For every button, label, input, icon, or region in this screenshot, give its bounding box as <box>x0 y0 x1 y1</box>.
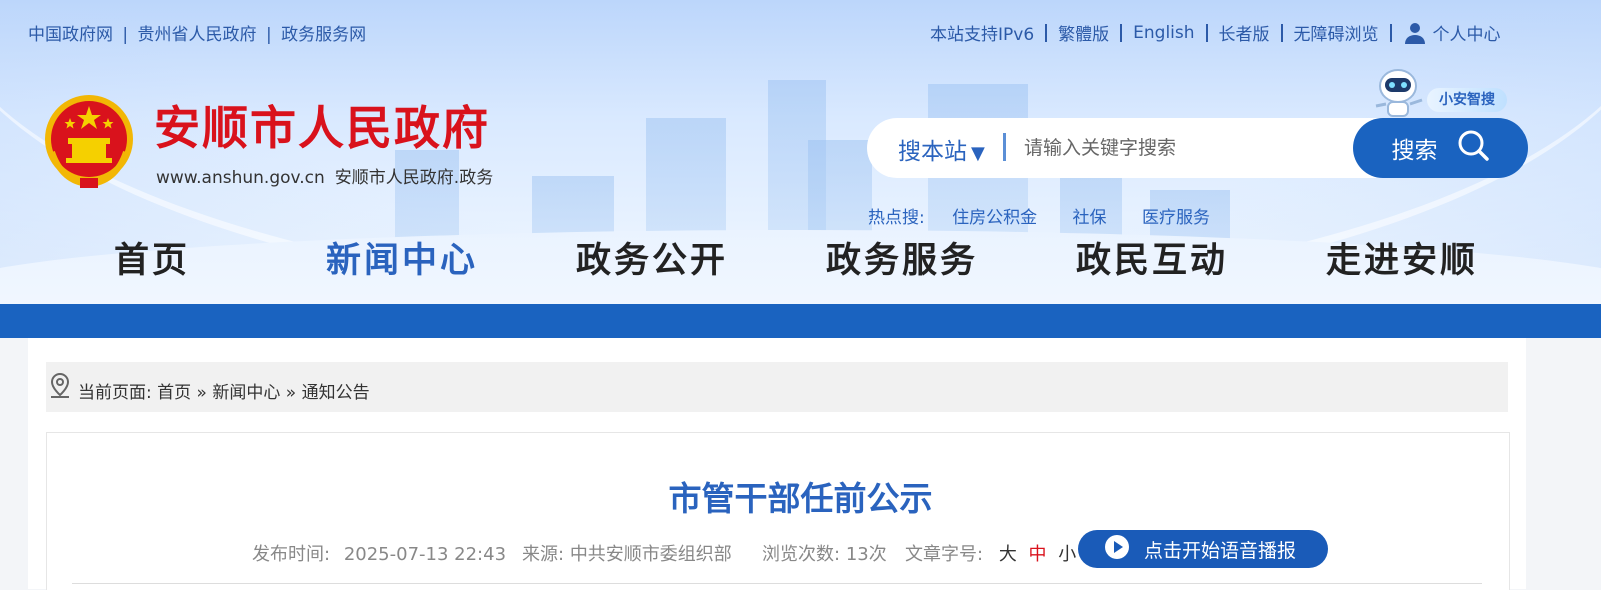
font-size-large-button[interactable]: 大 <box>999 544 1017 565</box>
separator <box>1045 23 1048 42</box>
hot-item-housing-fund[interactable]: 住房公积金 <box>952 208 1037 228</box>
fontsize-meta: 文章字号: 大 中 小 <box>905 540 1082 566</box>
link-traditional[interactable]: 繁體版 <box>1058 20 1109 45</box>
hot-item-social-security[interactable]: 社保 <box>1073 208 1107 228</box>
national-emblem-icon <box>42 92 136 190</box>
top-links: 中国政府网 | 贵州省人民政府 | 政务服务网 <box>28 20 366 45</box>
nav-gov-services[interactable]: 政务服务 <box>826 232 978 283</box>
breadcrumb-label: 当前页面: <box>78 383 152 403</box>
separator <box>1389 23 1392 42</box>
site-url: www.anshun.gov.cn 安顺市人民政府.政务 <box>156 163 493 188</box>
search-icon <box>1456 128 1490 168</box>
voice-broadcast-button[interactable]: 点击开始语音播报 <box>1078 530 1328 568</box>
site-domain: www.anshun.gov.cn <box>156 168 325 188</box>
source-meta: 来源: 中共安顺市委组织部 <box>522 540 732 566</box>
search-scope-select[interactable]: 搜本站 ▼ <box>898 132 985 166</box>
search-button[interactable]: 搜索 <box>1353 118 1528 178</box>
nav-interaction[interactable]: 政民互动 <box>1076 232 1228 283</box>
site-domain-suffix: 安顺市人民政府.政务 <box>334 168 494 188</box>
breadcrumb-notices[interactable]: 通知公告 <box>302 383 370 403</box>
search-input[interactable] <box>1022 130 1346 166</box>
views-meta: 浏览次数: 13次 <box>762 540 887 566</box>
nav-gov-affairs[interactable]: 政务公开 <box>576 232 728 283</box>
separator: | <box>122 25 129 45</box>
source-label: 来源: <box>522 544 565 565</box>
separator <box>1120 23 1123 42</box>
voice-broadcast-label: 点击开始语音播报 <box>1144 539 1297 562</box>
utility-links: 本站支持IPv6 繁體版 English 长者版 无障碍浏览 个人中心 <box>930 20 1501 45</box>
main-nav: 首页 新闻中心 政务公开 政务服务 政民互动 走进安顺 <box>0 232 1601 284</box>
publish-time: 2025-07-13 22:43 <box>343 544 507 565</box>
user-icon[interactable] <box>1403 21 1427 45</box>
assistant-label[interactable]: 小安智搜 <box>1427 88 1507 112</box>
publish-label: 发布时间: <box>252 544 331 565</box>
separator <box>1280 23 1283 42</box>
font-size-small-button[interactable]: 小 <box>1058 544 1076 565</box>
link-province[interactable]: 贵州省人民政府 <box>138 25 257 45</box>
nav-home[interactable]: 首页 <box>114 232 190 283</box>
views-label: 浏览次数: <box>762 544 841 565</box>
nav-news[interactable]: 新闻中心 <box>326 232 478 283</box>
link-gov[interactable]: 中国政府网 <box>28 25 113 45</box>
separator <box>1205 23 1208 42</box>
separator: | <box>265 25 272 45</box>
link-elder[interactable]: 长者版 <box>1219 20 1270 45</box>
source-value: 中共安顺市委组织部 <box>569 544 732 565</box>
views-count: 13次 <box>845 544 887 565</box>
site-title[interactable]: 安顺市人民政府 <box>154 92 490 158</box>
link-ipv6[interactable]: 本站支持IPv6 <box>930 20 1034 45</box>
search-divider <box>1003 133 1006 161</box>
header-blue-band <box>0 304 1601 338</box>
hot-search-label: 热点搜: <box>868 208 925 228</box>
publish-meta: 发布时间: 2025-07-13 22:43 <box>252 540 506 566</box>
link-personal-center[interactable]: 个人中心 <box>1433 20 1501 45</box>
link-service[interactable]: 政务服务网 <box>281 25 366 45</box>
link-english[interactable]: English <box>1133 23 1194 43</box>
location-pin-icon <box>49 372 71 404</box>
fontsize-label: 文章字号: <box>905 544 984 565</box>
breadcrumb-home[interactable]: 首页 <box>157 383 191 403</box>
breadcrumb-sep: » <box>285 383 297 403</box>
hot-search: 热点搜: 住房公积金 社保 医疗服务 <box>868 203 1240 228</box>
breadcrumb: 当前页面: 首页 » 新闻中心 » 通知公告 <box>78 378 370 403</box>
divider <box>72 583 1482 584</box>
hot-item-medical[interactable]: 医疗服务 <box>1142 208 1210 228</box>
article-title: 市管干部任前公示 <box>668 479 933 518</box>
site-header: 中国政府网 | 贵州省人民政府 | 政务服务网 本站支持IPv6 繁體版 Eng… <box>0 0 1601 310</box>
nav-about-anshun[interactable]: 走进安顺 <box>1326 232 1478 283</box>
search-scope-label: 搜本站 <box>898 139 967 165</box>
breadcrumb-news[interactable]: 新闻中心 <box>212 383 280 403</box>
chevron-down-icon: ▼ <box>971 143 985 164</box>
breadcrumb-sep: » <box>196 383 207 403</box>
play-icon <box>1104 534 1130 565</box>
search-button-label: 搜索 <box>1391 138 1438 164</box>
link-accessible[interactable]: 无障碍浏览 <box>1294 20 1379 45</box>
font-size-medium-button[interactable]: 中 <box>1029 544 1047 565</box>
